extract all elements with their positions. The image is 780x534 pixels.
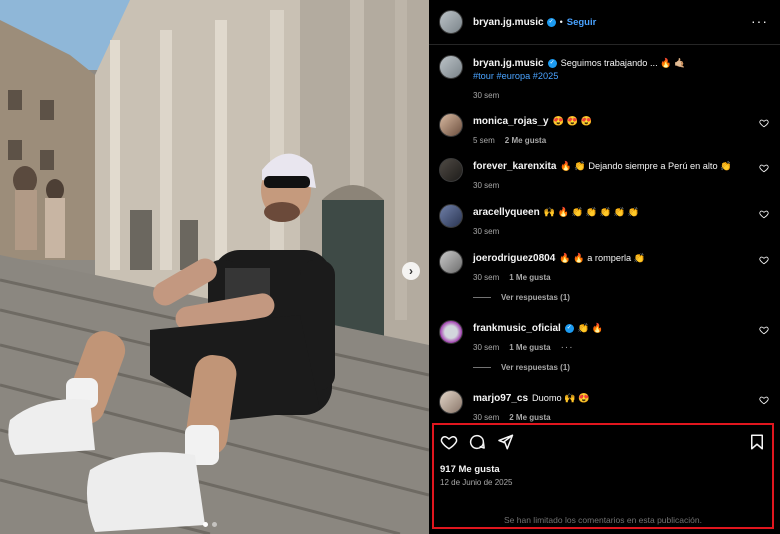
post-photo[interactable]: › xyxy=(0,0,429,534)
replies-line xyxy=(473,297,491,298)
post-side-panel: bryan.jg.music ✓ • Seguir ··· bryan.jg.m… xyxy=(429,0,780,534)
comments-limited-notice: Se han limitado los comentarios en esta … xyxy=(504,515,702,525)
comment-item: joerodriguez0804 🔥 🔥 a romperla 👏 30 sem 1… xyxy=(439,250,769,290)
verified-badge-icon: ✓ xyxy=(546,17,556,27)
comment-text: 🔥 👏 Dejando siempre a Perú en alto 👏 xyxy=(560,161,732,171)
comment-item: marjo97_cs Duomo 🙌 😍 30 sem 2 Me gusta xyxy=(439,390,769,423)
comment-avatar[interactable] xyxy=(439,390,463,414)
author-username[interactable]: bryan.jg.music xyxy=(473,17,544,28)
comment-likes[interactable]: 1 Me gusta xyxy=(509,341,550,354)
comment-likes[interactable]: 2 Me gusta xyxy=(509,411,550,423)
comment-avatar[interactable] xyxy=(439,113,463,137)
verified-badge-icon: ✓ xyxy=(564,324,574,334)
comment-item: forever_karenxita 🔥 👏 Dejando siempre a P… xyxy=(439,158,769,198)
comment-text: 👏 🔥 xyxy=(577,323,604,333)
send-icon[interactable] xyxy=(496,433,514,451)
post-actions-footer: 917 Me gusta 12 de Junio de 2025 Se han … xyxy=(432,423,774,529)
heart-icon[interactable] xyxy=(440,433,458,451)
comment-item: monica_rojas_y 😍 😍 😍 5 sem 2 Me gusta xyxy=(439,113,769,153)
chevron-right-icon: › xyxy=(409,264,413,278)
heart-icon[interactable] xyxy=(759,209,769,219)
caption-avatar[interactable] xyxy=(439,55,463,79)
caption-hashtags[interactable]: #tour #europa #2025 xyxy=(473,71,558,81)
comment-username[interactable]: aracellyqueen xyxy=(473,207,540,218)
heart-icon[interactable] xyxy=(759,163,769,173)
comment-time: 30 sem xyxy=(473,273,500,282)
carousel-dot-active xyxy=(203,522,208,527)
caption-username[interactable]: bryan.jg.music xyxy=(473,58,544,69)
replies-line xyxy=(473,367,491,368)
caption-time: 30 sem xyxy=(473,91,500,100)
caption-text: Seguimos trabajando ... 🔥 🤙🏼 xyxy=(560,58,686,68)
view-replies-label[interactable]: Ver respuestas (1) xyxy=(501,363,570,372)
comment-likes[interactable]: 1 Me gusta xyxy=(509,271,550,284)
heart-icon[interactable] xyxy=(759,118,769,128)
comment-time: 30 sem xyxy=(473,343,500,352)
comment-icon[interactable] xyxy=(468,433,486,451)
comment-text: 🙌 🔥 👏 👏 👏 👏 👏 xyxy=(543,207,640,217)
comment-text: 😍 😍 😍 xyxy=(552,116,593,126)
comment-time: 30 sem xyxy=(473,227,500,236)
comment-time: 5 sem xyxy=(473,136,495,145)
comment-username[interactable]: monica_rojas_y xyxy=(473,116,549,127)
view-replies-button[interactable]: Ver respuestas (1) xyxy=(473,363,570,372)
comment-username[interactable]: forever_karenxita xyxy=(473,161,556,172)
comment-time: 30 sem xyxy=(473,181,500,190)
comment-username[interactable]: frankmusic_oficial xyxy=(473,323,561,334)
author-avatar[interactable] xyxy=(439,10,463,34)
comment-avatar[interactable] xyxy=(439,158,463,182)
heart-icon[interactable] xyxy=(759,325,769,335)
verified-badge-icon: ✓ xyxy=(547,59,557,69)
comments-list[interactable]: bryan.jg.music ✓ Seguimos trabajando ... 🔥… xyxy=(429,45,780,423)
comment-text: 🔥 🔥 a romperla 👏 xyxy=(559,253,646,263)
comment-item: frankmusic_oficial ✓ 👏 🔥 30 sem 1 Me gusta ·… xyxy=(439,320,769,360)
separator-dot: • xyxy=(559,17,563,27)
likes-count[interactable]: 917 Me gusta xyxy=(440,464,500,475)
comment-avatar[interactable] xyxy=(439,250,463,274)
view-replies-button[interactable]: Ver respuestas (1) xyxy=(473,293,570,302)
more-options-icon[interactable]: ··· xyxy=(751,13,768,29)
view-replies-label[interactable]: Ver respuestas (1) xyxy=(501,293,570,302)
action-bar xyxy=(440,433,766,453)
carousel-dot xyxy=(212,522,217,527)
post-caption: bryan.jg.music ✓ Seguimos trabajando ... 🔥… xyxy=(439,55,769,105)
comment-options-icon[interactable]: ··· xyxy=(561,341,574,354)
comment-likes[interactable]: 2 Me gusta xyxy=(505,134,546,147)
comment-time: 30 sem xyxy=(473,413,500,422)
bookmark-icon[interactable] xyxy=(748,433,766,451)
heart-icon[interactable] xyxy=(759,255,769,265)
post-modal: › bryan.jg.music ✓ • Seguir ··· bryan.jg… xyxy=(0,0,780,534)
photo-illustration xyxy=(0,0,429,534)
comment-avatar[interactable] xyxy=(439,204,463,228)
comment-username[interactable]: joerodriguez0804 xyxy=(473,253,555,264)
post-header: bryan.jg.music ✓ • Seguir ··· xyxy=(429,0,780,45)
comment-avatar[interactable] xyxy=(439,320,463,344)
comment-text: Duomo 🙌 😍 xyxy=(532,393,590,403)
carousel-next-button[interactable]: › xyxy=(402,262,420,280)
carousel-indicator xyxy=(203,522,217,527)
comment-item: aracellyqueen 🙌 🔥 👏 👏 👏 👏 👏 30 sem xyxy=(439,204,769,244)
follow-button[interactable]: Seguir xyxy=(567,17,597,28)
post-date: 12 de Junio de 2025 xyxy=(440,478,513,487)
heart-icon[interactable] xyxy=(759,395,769,405)
comment-username[interactable]: marjo97_cs xyxy=(473,393,528,404)
